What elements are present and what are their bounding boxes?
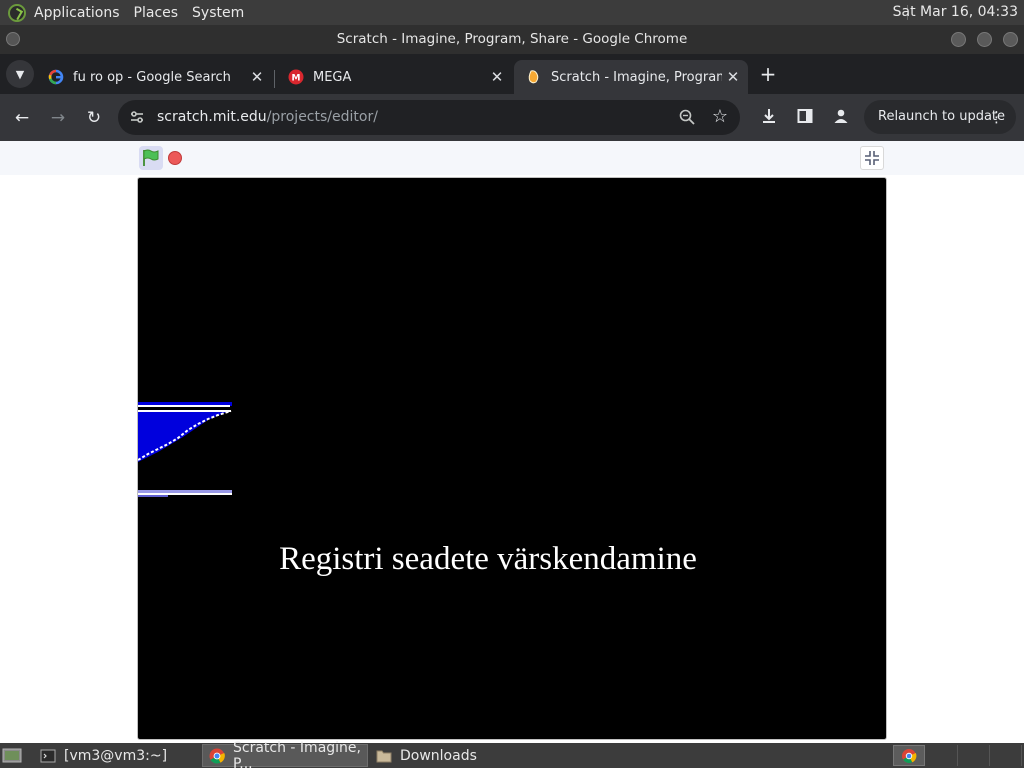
taskbar-item-downloads[interactable]: Downloads — [370, 744, 534, 767]
stage-message: Registri seadete värskendamine — [279, 541, 697, 577]
menu-places[interactable]: Places — [134, 5, 179, 21]
system-panel: Applications Places System Sat Mar 16, 0… — [0, 0, 1024, 25]
tab-strip: ▼ fu ro op - Google Search ✕ M MEGA ✕ Sc… — [0, 54, 1024, 94]
close-icon[interactable]: ✕ — [246, 68, 268, 86]
close-icon[interactable]: ✕ — [486, 68, 508, 86]
person-icon — [833, 108, 849, 129]
arrow-right-icon: → — [50, 108, 66, 128]
menu-system[interactable]: System — [192, 5, 244, 21]
arrow-left-icon: ← — [14, 108, 30, 128]
clock[interactable]: Sat Mar 16, 04:33 — [893, 4, 1018, 20]
download-icon — [760, 107, 778, 130]
taskbar: [vm3@vm3:~] Scratch - Imagine, P... Down… — [0, 740, 1024, 772]
reload-button[interactable]: ↻ — [81, 105, 107, 131]
folder-icon — [376, 748, 392, 764]
forward-button[interactable]: → — [45, 105, 71, 131]
chrome-icon — [209, 748, 225, 764]
workspace-4[interactable] — [990, 745, 1022, 766]
tab-title: MEGA — [313, 69, 352, 85]
url-text[interactable]: scratch.mit.edu/projects/editor/ — [157, 100, 378, 135]
menu-applications[interactable]: Applications — [34, 5, 120, 21]
taskbar-label: Scratch - Imagine, P... — [233, 739, 361, 772]
window-titlebar[interactable]: Scratch - Imagine, Program, Share - Goog… — [0, 25, 1024, 54]
site-info-icon[interactable] — [128, 108, 146, 126]
tab-divider — [274, 70, 275, 88]
new-tab-button[interactable]: + — [756, 62, 780, 86]
more-vert-icon[interactable]: ⋮ — [989, 100, 1004, 134]
tab-title: Scratch - Imagine, Program, Share — [551, 69, 722, 85]
close-icon[interactable]: ✕ — [722, 68, 744, 86]
tab-scratch[interactable]: Scratch - Imagine, Program, Share ✕ — [514, 60, 748, 94]
show-desktop-icon[interactable] — [2, 747, 22, 764]
green-flag-icon — [143, 149, 159, 166]
tab-google-search[interactable]: fu ro op - Google Search ✕ — [36, 60, 272, 94]
exit-fullscreen-button[interactable] — [860, 146, 884, 170]
address-bar[interactable]: scratch.mit.edu/projects/editor/ ☆ — [118, 100, 740, 135]
url-path: /projects/editor/ — [266, 109, 378, 125]
mega-icon: M — [288, 69, 304, 85]
exit-fullscreen-icon — [865, 151, 879, 165]
taskbar-item-terminal[interactable]: [vm3@vm3:~] — [34, 744, 198, 767]
maximize-icon[interactable] — [977, 32, 992, 47]
chrome-icon — [902, 748, 917, 763]
close-window-icon[interactable] — [1003, 32, 1018, 47]
terminal-icon — [40, 748, 56, 764]
taskbar-item-chrome[interactable]: Scratch - Imagine, P... — [202, 740, 368, 772]
browser-toolbar: ← → ↻ scratch.mit.edu/projects/editor/ ☆ — [0, 94, 1024, 141]
window-title: Scratch - Imagine, Program, Share - Goog… — [336, 31, 688, 47]
taskbar-label: Downloads — [400, 747, 477, 764]
system-logo-icon[interactable] — [8, 3, 26, 22]
sprite-graphic — [138, 402, 232, 497]
scratch-icon — [526, 69, 542, 85]
workspace-1[interactable] — [893, 745, 925, 766]
side-panel-button[interactable] — [792, 105, 818, 131]
chevron-down-icon: ▼ — [15, 67, 25, 81]
taskbar-label: [vm3@vm3:~] — [64, 747, 168, 764]
profile-button[interactable] — [828, 105, 854, 131]
url-host: scratch.mit.edu — [157, 109, 267, 125]
tab-title: fu ro op - Google Search — [73, 69, 231, 85]
svg-text:M: M — [292, 74, 301, 84]
stop-button[interactable] — [168, 151, 182, 165]
side-panel-icon — [797, 108, 813, 129]
reload-icon: ↻ — [86, 108, 102, 128]
green-flag-button[interactable] — [139, 146, 163, 170]
tab-search-button[interactable]: ▼ — [6, 60, 34, 88]
downloads-button[interactable] — [756, 105, 782, 131]
plus-icon: + — [759, 62, 777, 86]
tab-mega[interactable]: M MEGA ✕ — [276, 60, 512, 94]
relaunch-label: Relaunch to update — [878, 109, 1006, 124]
zoom-icon[interactable] — [678, 108, 696, 126]
minimize-icon[interactable] — [951, 32, 966, 47]
google-icon — [48, 69, 64, 85]
back-button[interactable]: ← — [9, 105, 35, 131]
page-content: Registri seadete värskendamine — [0, 141, 1024, 742]
bookmark-star-icon[interactable]: ☆ — [712, 106, 728, 127]
workspace-3[interactable] — [958, 745, 990, 766]
workspace-2[interactable] — [926, 745, 958, 766]
relaunch-to-update-button[interactable]: Relaunch to update ⋮ — [864, 100, 1016, 134]
project-stage[interactable]: Registri seadete värskendamine — [137, 177, 887, 740]
stage-controls — [0, 141, 1024, 175]
window-menu-icon[interactable] — [6, 32, 20, 46]
